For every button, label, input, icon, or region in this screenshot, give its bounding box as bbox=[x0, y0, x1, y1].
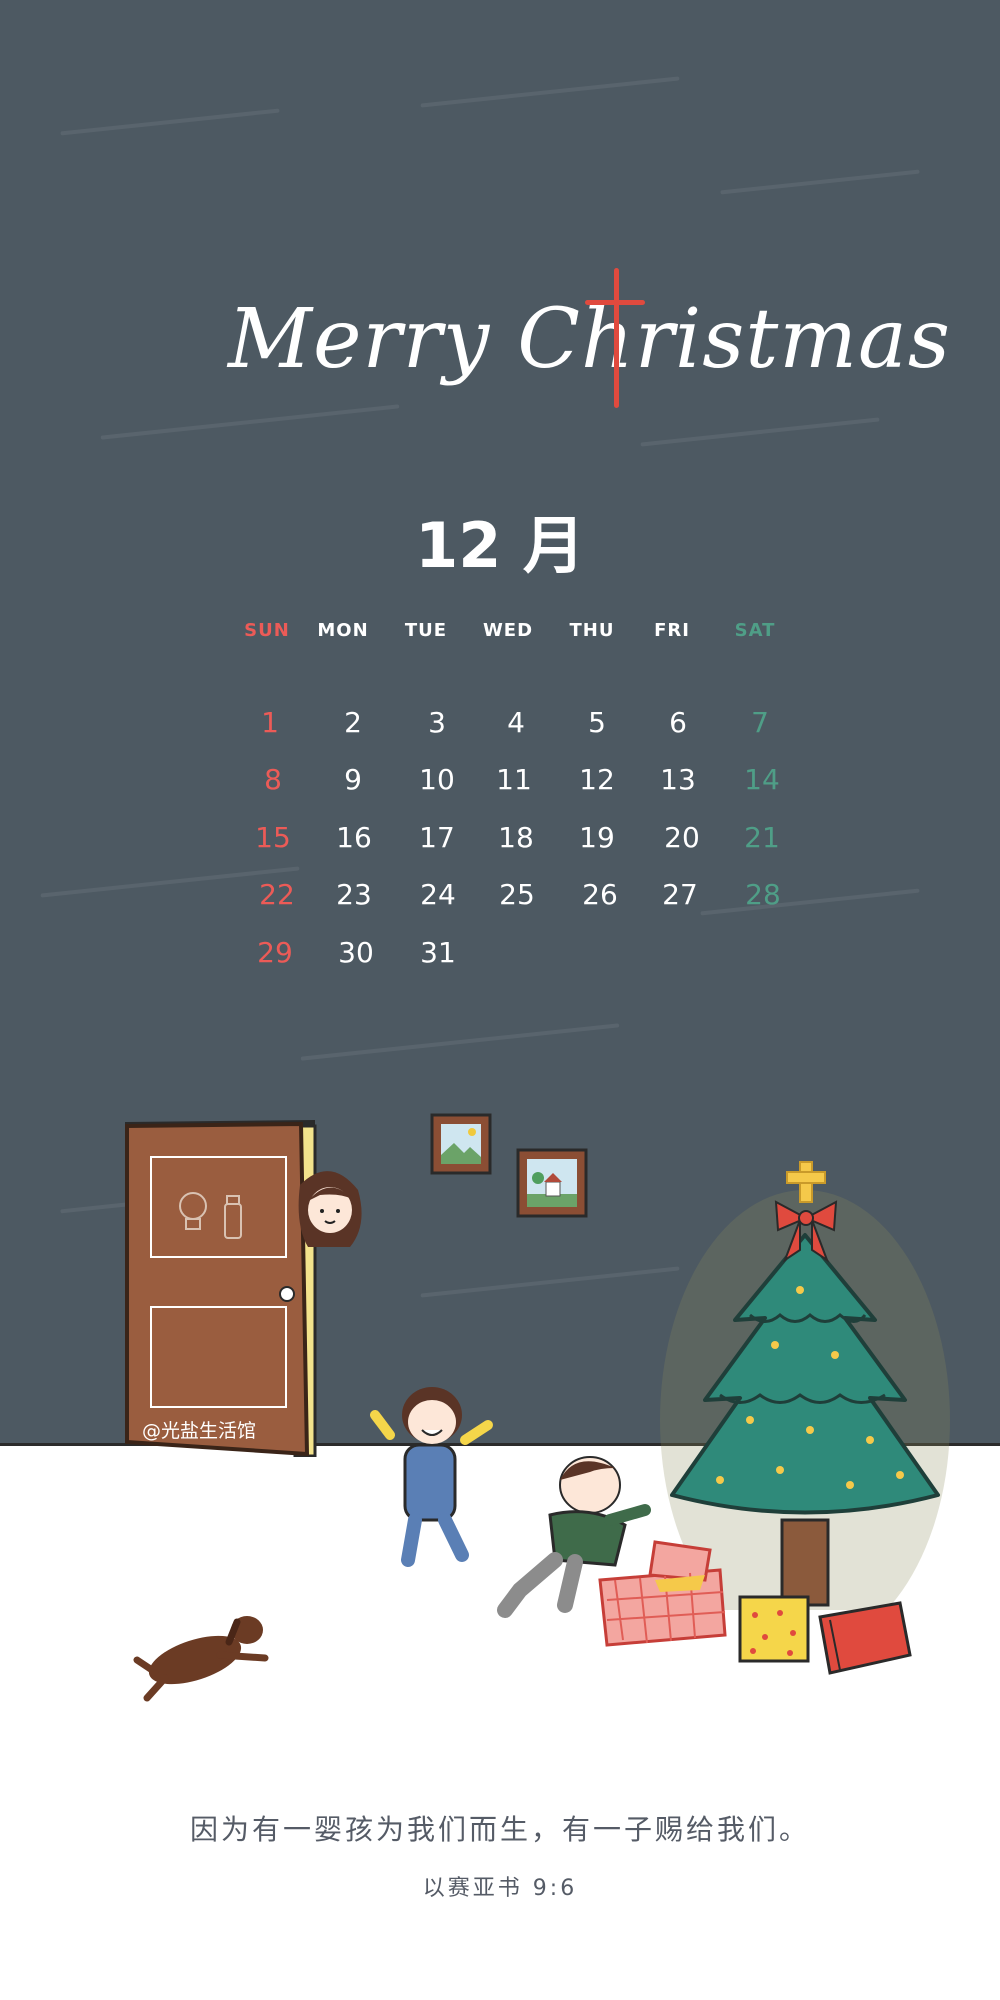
day-cell: 2 bbox=[344, 706, 362, 739]
day-cell: 30 bbox=[338, 936, 374, 969]
day-cell: 18 bbox=[498, 821, 534, 854]
day-cell: 10 bbox=[419, 763, 455, 796]
day-cell: 4 bbox=[507, 706, 525, 739]
day-cell: 13 bbox=[660, 763, 696, 796]
day-cell: 22 bbox=[259, 878, 295, 911]
day-cell: 16 bbox=[336, 821, 372, 854]
day-cell: 17 bbox=[419, 821, 455, 854]
verse-reference: 以赛亚书 9:6 bbox=[422, 1876, 578, 1901]
day-cell: 12 bbox=[579, 763, 615, 796]
weekday-tue: TUE bbox=[404, 620, 448, 641]
day-cell: 1 bbox=[261, 706, 279, 739]
weekday-wed: WED bbox=[482, 620, 534, 641]
cross-icon bbox=[614, 268, 619, 408]
day-cell: 19 bbox=[579, 821, 615, 854]
weekday-thu: THU bbox=[569, 620, 615, 641]
door-icon bbox=[125, 1120, 317, 1457]
day-cell: 6 bbox=[669, 706, 687, 739]
peeking-girl-icon bbox=[298, 1171, 362, 1247]
bible-verse: 因为有一婴孩为我们而生，有一子赐给我们。 bbox=[189, 1813, 810, 1846]
girl-character-icon bbox=[370, 1387, 493, 1567]
picture-frame-icon bbox=[516, 1148, 588, 1218]
day-cell: 26 bbox=[582, 878, 618, 911]
weekday-fri: FRI bbox=[654, 620, 690, 641]
day-cell: 27 bbox=[662, 878, 698, 911]
day-cell: 25 bbox=[499, 878, 535, 911]
day-cell: 15 bbox=[255, 821, 291, 854]
day-cell: 8 bbox=[264, 763, 282, 796]
watermark-text: @光盐生活馆 bbox=[142, 1420, 257, 1442]
day-cell: 11 bbox=[496, 763, 532, 796]
weekday-sat: SAT bbox=[734, 620, 776, 641]
weekday-sun: SUN bbox=[244, 620, 290, 641]
day-cell: 21 bbox=[744, 821, 780, 854]
day-cell: 31 bbox=[420, 936, 456, 969]
day-cell: 3 bbox=[428, 706, 446, 739]
cross-icon-bar bbox=[585, 300, 645, 305]
weekday-mon: MON bbox=[317, 620, 369, 641]
day-cell: 23 bbox=[336, 878, 372, 911]
day-cell: 29 bbox=[257, 936, 293, 969]
day-cell: 7 bbox=[751, 706, 769, 739]
day-cell: 14 bbox=[744, 763, 780, 796]
boy-character-icon bbox=[497, 1456, 651, 1618]
merry-christmas-title: Merry Christmas bbox=[0, 270, 1000, 410]
gift-box-icon bbox=[818, 1601, 912, 1675]
month-label: 12 月 bbox=[415, 509, 585, 582]
day-cell: 24 bbox=[420, 878, 456, 911]
day-cell: 28 bbox=[745, 878, 781, 911]
day-cell: 20 bbox=[664, 821, 700, 854]
day-cell: 9 bbox=[344, 763, 362, 796]
picture-frame-icon bbox=[430, 1113, 492, 1175]
day-cell: 5 bbox=[588, 706, 606, 739]
gift-box-icon bbox=[738, 1595, 810, 1663]
dog-icon bbox=[133, 1616, 269, 1702]
title-text: Merry Christmas bbox=[228, 292, 952, 387]
